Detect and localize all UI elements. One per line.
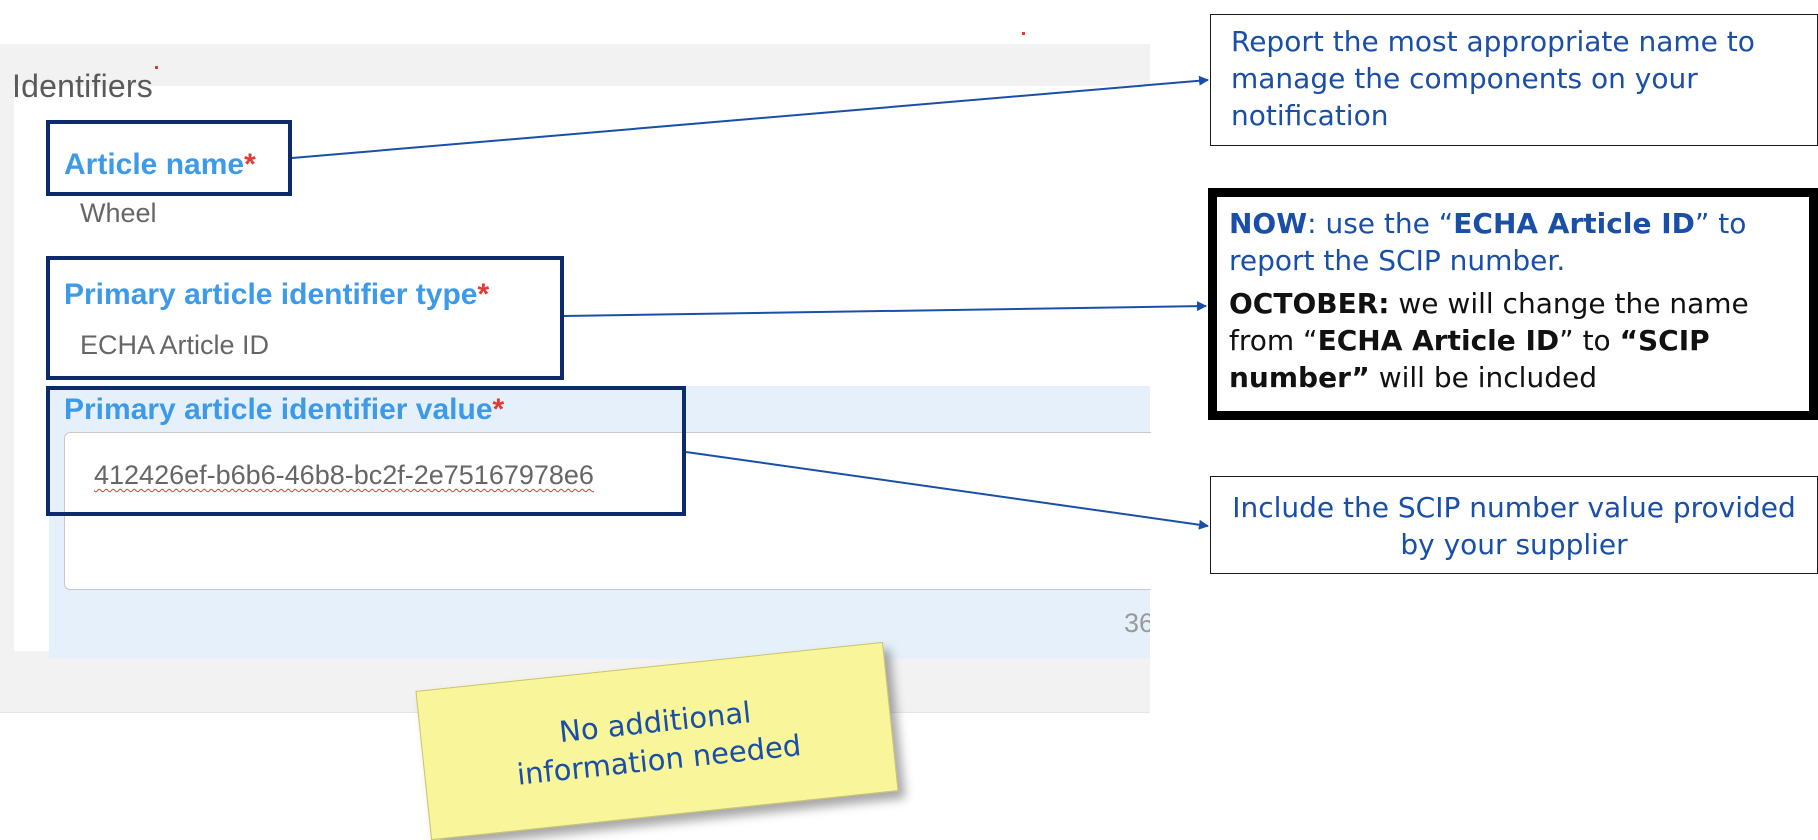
identifier-value-callout: Include the SCIP number value provided b… [1210,476,1818,574]
article-name-value[interactable]: Wheel [80,198,157,229]
callout-october-text-2: ” to [1559,324,1620,357]
callout-october-bold-1: ECHA Article ID [1317,324,1560,357]
sticky-note-text: No additional information needed [515,695,803,792]
identifier-value-highlight-box [46,386,686,516]
section-title: Identifiers [12,68,153,104]
callout-now-line: NOW: use the “ECHA Article ID” to report… [1229,205,1809,279]
callout-now-text-1: : use the “ [1307,207,1454,240]
article-name-highlight-box [46,120,292,196]
callout-now-bold: ECHA Article ID [1453,207,1695,240]
callout-now-label: NOW [1229,207,1308,240]
red-dot-marker [1022,32,1025,35]
identifier-type-highlight-box [46,256,564,380]
callout-october-text-3: will be included [1369,361,1597,394]
red-dot-marker [155,66,158,69]
callout-october-label: OCTOBER: [1229,287,1390,320]
article-name-callout: Report the most appropriate name to mana… [1210,14,1818,146]
callout-october-line: OCTOBER: we will change the name from “E… [1229,285,1809,396]
character-count: 36 [1124,608,1150,638]
identifier-type-callout: NOW: use the “ECHA Article ID” to report… [1208,188,1818,420]
